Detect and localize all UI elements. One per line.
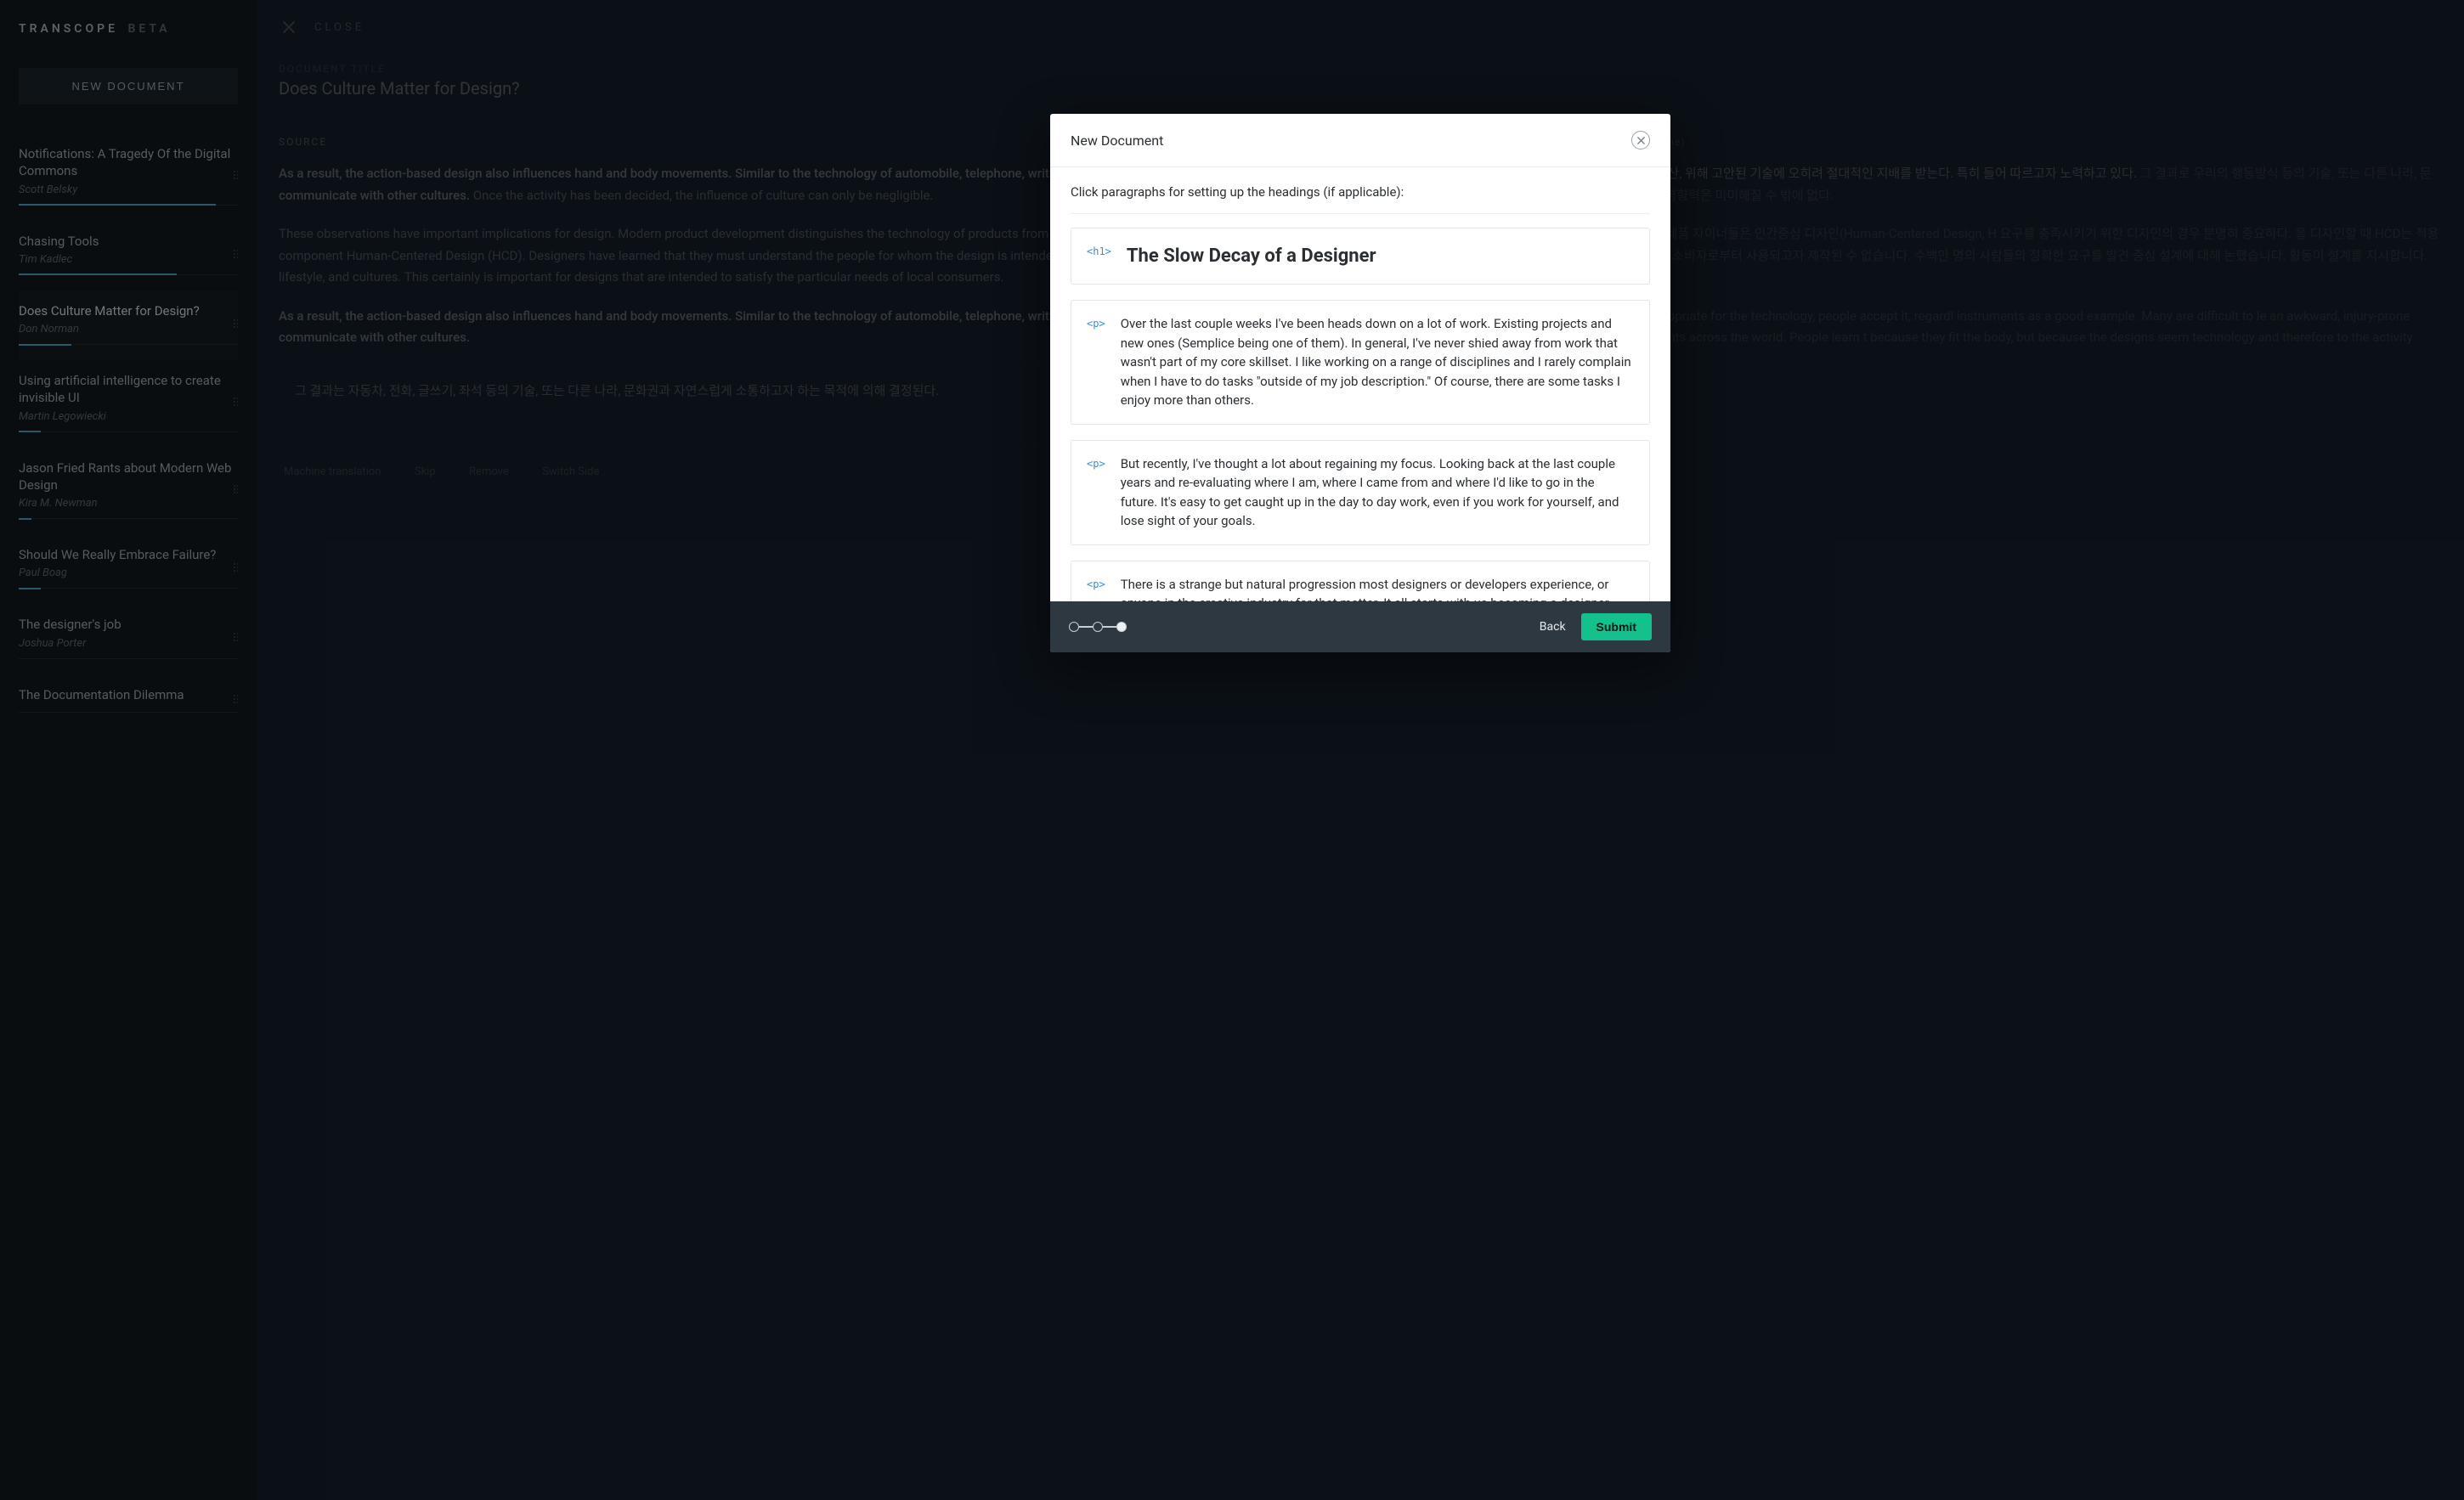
step-line (1079, 626, 1093, 628)
drag-handle-icon[interactable]: ⠿ (232, 249, 238, 262)
drag-handle-icon[interactable]: ⠿ (232, 562, 238, 576)
paragraph-card[interactable]: <p> There is a strange but natural progre… (1071, 561, 1650, 602)
document-list-item[interactable]: Using artificial intelligence to create … (19, 360, 238, 448)
paragraph-text: The Slow Decay of a Designer (1127, 242, 1376, 270)
docitem-progress-bar (19, 204, 216, 206)
step-dot (1069, 622, 1079, 632)
back-button[interactable]: Back (1540, 620, 1566, 634)
docitem-progress-track (19, 274, 238, 275)
drag-handle-icon[interactable]: ⠿ (232, 484, 238, 498)
paragraph-text: Over the last couple weeks I've been hea… (1121, 314, 1634, 410)
drag-handle-icon[interactable]: ⠿ (232, 170, 238, 183)
docitem-author: Joshua Porter (19, 637, 238, 650)
paragraph-tag: <p> (1087, 575, 1105, 590)
paragraph-card[interactable]: <h1> The Slow Decay of a Designer (1071, 228, 1650, 285)
modal-close-icon[interactable] (1631, 131, 1650, 149)
docitem-progress-bar (19, 431, 41, 432)
docitem-progress-track (19, 658, 238, 659)
modal-title: New Document (1071, 133, 1163, 149)
document-list-item[interactable]: The designer's job Joshua Porter⠿ (19, 604, 238, 674)
docitem-title: Does Culture Matter for Design? (19, 302, 238, 319)
main-area: CLOSE DOCUMENT TITLE Does Culture Matter… (257, 0, 2464, 1500)
document-list: Notifications: A Tragedy Of the Digital … (19, 133, 238, 1478)
docitem-title: The Documentation Dilemma (19, 686, 238, 703)
document-list-item[interactable]: Should We Really Embrace Failure? Paul Bo… (19, 534, 238, 604)
brand-name: TRANSCOPE (19, 22, 118, 36)
docitem-author: Scott Belsky (19, 183, 238, 196)
new-document-button[interactable]: NEW DOCUMENT (19, 68, 238, 104)
docitem-title: Should We Really Embrace Failure? (19, 546, 238, 563)
docitem-progress-track (19, 712, 238, 713)
new-document-modal: New Document Click paragraphs for settin… (1050, 114, 1670, 652)
docitem-progress-track (19, 431, 238, 432)
step-line (1103, 626, 1116, 628)
document-list-item[interactable]: The Documentation Dilemma⠿ (19, 674, 238, 728)
document-list-item[interactable]: Jason Fried Rants about Modern Web Desig… (19, 448, 238, 535)
document-list-item[interactable]: Does Culture Matter for Design? Don Norma… (19, 290, 238, 360)
docitem-progress-bar (19, 273, 177, 275)
docitem-progress-bar (19, 588, 41, 589)
paragraph-card[interactable]: <p> But recently, I've thought a lot abou… (1071, 440, 1650, 545)
drag-handle-icon[interactable]: ⠿ (232, 632, 238, 646)
docitem-title: Jason Fried Rants about Modern Web Desig… (19, 460, 238, 494)
docitem-title: Chasing Tools (19, 233, 238, 250)
docitem-progress-track (19, 588, 238, 589)
drag-handle-icon[interactable]: ⠿ (232, 397, 238, 410)
modal-instruction: Click paragraphs for setting up the head… (1050, 167, 1670, 206)
step-indicator (1069, 622, 1127, 632)
drag-handle-icon[interactable]: ⠿ (232, 319, 238, 332)
drag-handle-icon[interactable]: ⠿ (232, 694, 238, 708)
docitem-author: Don Norman (19, 323, 238, 336)
docitem-title: Notifications: A Tragedy Of the Digital … (19, 145, 238, 180)
docitem-progress-bar (19, 344, 71, 346)
docitem-title: The designer's job (19, 616, 238, 633)
brand-badge: BETA (127, 22, 170, 36)
docitem-progress-track (19, 205, 238, 206)
app-logo: TRANSCOPE BETA (19, 22, 238, 36)
submit-button[interactable]: Submit (1581, 613, 1652, 640)
paragraph-list: <h1> The Slow Decay of a Designer <p> Over … (1050, 214, 1670, 601)
docitem-progress-track (19, 518, 238, 519)
docitem-progress-track (19, 344, 238, 345)
docitem-progress-bar (19, 518, 31, 520)
paragraph-tag: <p> (1087, 454, 1105, 470)
sidebar: TRANSCOPE BETA NEW DOCUMENT Notification… (0, 0, 257, 1500)
paragraph-tag: <p> (1087, 314, 1105, 330)
docitem-author: Tim Kadlec (19, 253, 238, 266)
step-dot-active (1116, 622, 1127, 632)
paragraph-card[interactable]: <p> Over the last couple weeks I've been … (1071, 300, 1650, 425)
step-dot (1093, 622, 1103, 632)
paragraph-text: There is a strange but natural progressi… (1121, 575, 1634, 602)
modal-overlay: New Document Click paragraphs for settin… (257, 0, 2464, 1500)
paragraph-tag: <h1> (1087, 242, 1111, 257)
docitem-title: Using artificial intelligence to create … (19, 372, 238, 407)
paragraph-text: But recently, I've thought a lot about r… (1121, 454, 1634, 531)
docitem-author: Martin Legowiecki (19, 410, 238, 423)
document-list-item[interactable]: Notifications: A Tragedy Of the Digital … (19, 133, 238, 221)
document-list-item[interactable]: Chasing Tools Tim Kadlec⠿ (19, 221, 238, 290)
docitem-author: Kira M. Newman (19, 497, 238, 510)
docitem-author: Paul Boag (19, 567, 238, 579)
